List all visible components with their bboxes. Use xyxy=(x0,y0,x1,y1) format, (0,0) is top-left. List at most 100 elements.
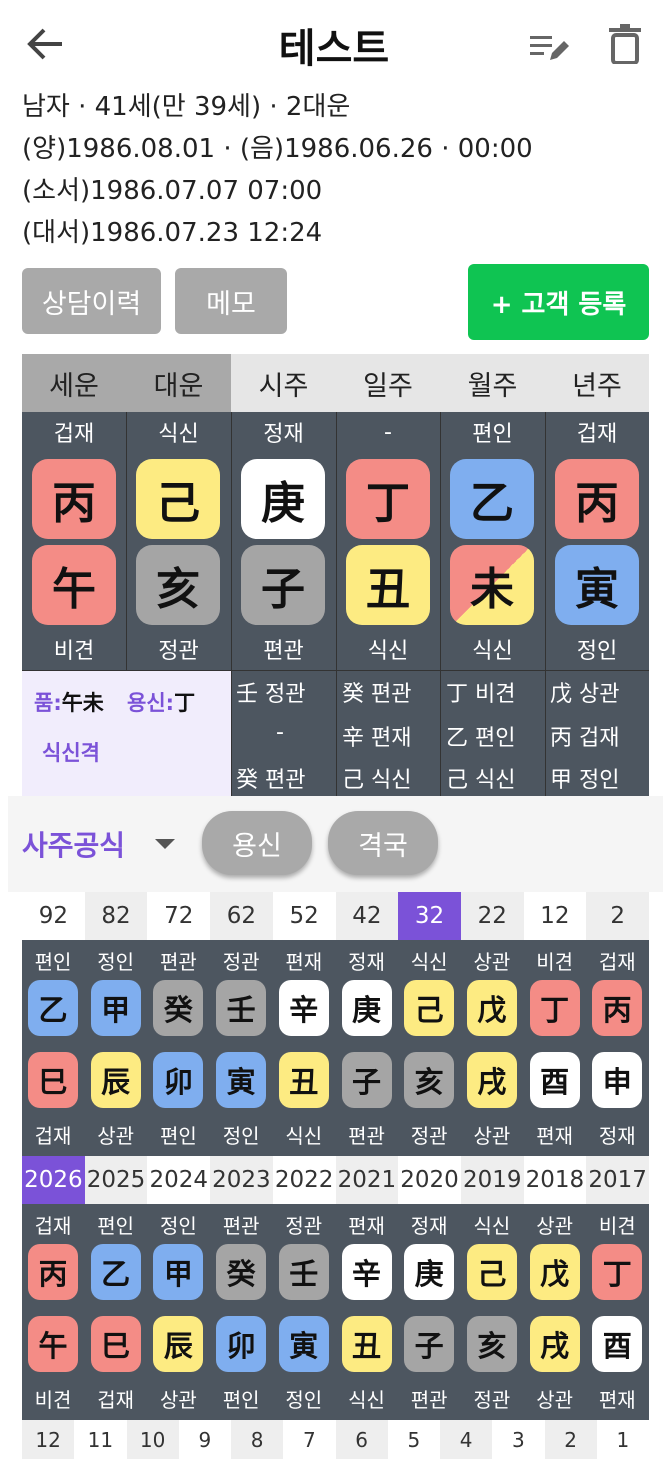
stem-tile[interactable]: 丁 xyxy=(592,1244,643,1300)
stem-tile[interactable]: 丁 xyxy=(529,980,580,1036)
branch-tile[interactable]: 辰 xyxy=(90,1052,141,1108)
tab-daeun[interactable]: 대운 xyxy=(126,354,231,412)
branch-tile[interactable]: 亥 xyxy=(404,1052,455,1108)
branch-tile[interactable]: 酉 xyxy=(529,1052,580,1108)
branch-tile[interactable]: 亥 xyxy=(466,1316,517,1372)
stem-tile[interactable]: 甲 xyxy=(90,980,141,1036)
stem-tile[interactable]: 辛 xyxy=(341,1244,392,1300)
header-cell-ages[interactable]: 82 xyxy=(84,892,148,940)
header-cell-years[interactable]: 2025 xyxy=(84,1156,148,1204)
stem-tile[interactable]: 乙 xyxy=(450,459,534,539)
branch-tile[interactable]: 寅 xyxy=(555,545,639,625)
month-cell[interactable]: 10 xyxy=(126,1420,179,1459)
branch-tile[interactable]: 未 xyxy=(450,545,534,625)
edit-list-icon[interactable] xyxy=(528,30,570,64)
yongsin-button[interactable]: 용신 xyxy=(202,811,312,875)
month-cell[interactable]: 5 xyxy=(387,1420,440,1459)
stem-tile[interactable]: 庚 xyxy=(341,980,392,1036)
stem-tile[interactable]: 丁 xyxy=(346,459,430,539)
stem-tile[interactable]: 戊 xyxy=(466,980,517,1036)
header-cell-ages[interactable]: 2 xyxy=(586,892,649,940)
history-button[interactable]: 상담이력 xyxy=(22,268,161,334)
header-cell-ages[interactable]: 92 xyxy=(22,892,85,940)
trash-icon[interactable] xyxy=(608,24,642,64)
branch-tile[interactable]: 辰 xyxy=(153,1316,204,1372)
month-cell[interactable]: 2 xyxy=(544,1420,597,1459)
branch-tile[interactable]: 寅 xyxy=(216,1052,267,1108)
month-cell[interactable]: 11 xyxy=(74,1420,127,1459)
stem-tile[interactable]: 丙 xyxy=(592,980,643,1036)
header-cell-years[interactable]: 2021 xyxy=(335,1156,399,1204)
stem-tile[interactable]: 戊 xyxy=(529,1244,580,1300)
branch-tile[interactable]: 丑 xyxy=(278,1052,329,1108)
header-cell-ages[interactable]: 42 xyxy=(335,892,399,940)
stem-tile[interactable]: 癸 xyxy=(216,1244,267,1300)
header-cell-ages[interactable]: 72 xyxy=(147,892,211,940)
branch-tile[interactable]: 卯 xyxy=(153,1052,204,1108)
stem-tile[interactable]: 丙 xyxy=(28,1244,78,1300)
header-cell-ages[interactable]: 12 xyxy=(523,892,587,940)
branch-tile[interactable]: 戌 xyxy=(466,1052,517,1108)
stem-tile[interactable]: 丙 xyxy=(32,459,116,539)
branch-tile[interactable]: 寅 xyxy=(278,1316,329,1372)
branch-tile[interactable]: 午 xyxy=(28,1316,78,1372)
stem-tile[interactable]: 甲 xyxy=(153,1244,204,1300)
col-il: 일주 xyxy=(336,354,440,412)
header-cell-ages[interactable]: 32 xyxy=(398,892,461,940)
header-cell-ages[interactable]: 52 xyxy=(272,892,336,940)
branch-tile[interactable]: 巳 xyxy=(90,1316,141,1372)
stem-tile[interactable]: 壬 xyxy=(216,980,267,1036)
header-cell-ages[interactable]: 22 xyxy=(460,892,524,940)
branch-tile[interactable]: 亥 xyxy=(136,545,220,625)
header-cell-years[interactable]: 2024 xyxy=(147,1156,211,1204)
header-cell-years[interactable]: 2019 xyxy=(460,1156,524,1204)
stem-tile[interactable]: 己 xyxy=(466,1244,517,1300)
stem-tile[interactable]: 庚 xyxy=(241,459,325,539)
month-cell[interactable]: 7 xyxy=(283,1420,336,1459)
dropdown-arrow-icon[interactable] xyxy=(154,838,176,850)
header-cell-years[interactable]: 2023 xyxy=(210,1156,273,1204)
gyeokguk-button[interactable]: 격국 xyxy=(328,811,438,875)
branch-tile[interactable]: 午 xyxy=(32,545,116,625)
header: 테스트 xyxy=(0,0,668,88)
month-cell[interactable]: 9 xyxy=(178,1420,231,1459)
month-cell[interactable]: 12 xyxy=(22,1420,75,1459)
header-cell-ages[interactable]: 62 xyxy=(210,892,273,940)
header-cell-years[interactable]: 2018 xyxy=(523,1156,587,1204)
stem-tile[interactable]: 辛 xyxy=(278,980,329,1036)
branch-tile[interactable]: 巳 xyxy=(28,1052,78,1108)
branch-tile[interactable]: 丑 xyxy=(346,545,430,625)
stem-tile[interactable]: 乙 xyxy=(28,980,78,1036)
month-cell[interactable]: 8 xyxy=(231,1420,284,1459)
header-row: 2026 2025 2024 2023 2022 2021 2020 2019 2018 2017 xyxy=(22,1156,649,1204)
branch-tile[interactable]: 子 xyxy=(241,545,325,625)
branch-tile[interactable]: 申 xyxy=(592,1052,643,1108)
memo-button[interactable]: 메모 xyxy=(175,268,287,334)
stem-tile[interactable]: 丙 xyxy=(555,459,639,539)
branch-tile[interactable]: 戌 xyxy=(529,1316,580,1372)
branch-tile[interactable]: 子 xyxy=(404,1316,455,1372)
branch-tile[interactable]: 丑 xyxy=(341,1316,392,1372)
month-cell[interactable]: 1 xyxy=(596,1420,649,1459)
branch-god-label: 정인 xyxy=(222,1124,260,1148)
branch-tile[interactable]: 卯 xyxy=(216,1316,267,1372)
stem-tile[interactable]: 癸 xyxy=(153,980,204,1036)
stem-tile[interactable]: 乙 xyxy=(90,1244,141,1300)
stem-tile[interactable]: 壬 xyxy=(278,1244,329,1300)
stem-god-label: 겁재 xyxy=(34,1214,72,1238)
register-customer-button[interactable]: + 고객 등록 xyxy=(468,264,649,340)
stem-tile[interactable]: 己 xyxy=(404,980,455,1036)
branch-tile[interactable]: 酉 xyxy=(592,1316,643,1372)
tab-seun[interactable]: 세운 xyxy=(22,354,126,412)
branch-god-label: 정관 xyxy=(473,1388,511,1412)
stem-tile[interactable]: 己 xyxy=(136,459,220,539)
month-cell[interactable]: 4 xyxy=(440,1420,493,1459)
month-cell[interactable]: 6 xyxy=(335,1420,388,1459)
month-cell[interactable]: 3 xyxy=(492,1420,545,1459)
header-cell-years[interactable]: 2022 xyxy=(272,1156,336,1204)
header-cell-years[interactable]: 2020 xyxy=(398,1156,461,1204)
header-cell-years[interactable]: 2017 xyxy=(586,1156,649,1204)
stem-tile[interactable]: 庚 xyxy=(404,1244,455,1300)
branch-tile[interactable]: 子 xyxy=(341,1052,392,1108)
header-cell-years[interactable]: 2026 xyxy=(22,1156,85,1204)
